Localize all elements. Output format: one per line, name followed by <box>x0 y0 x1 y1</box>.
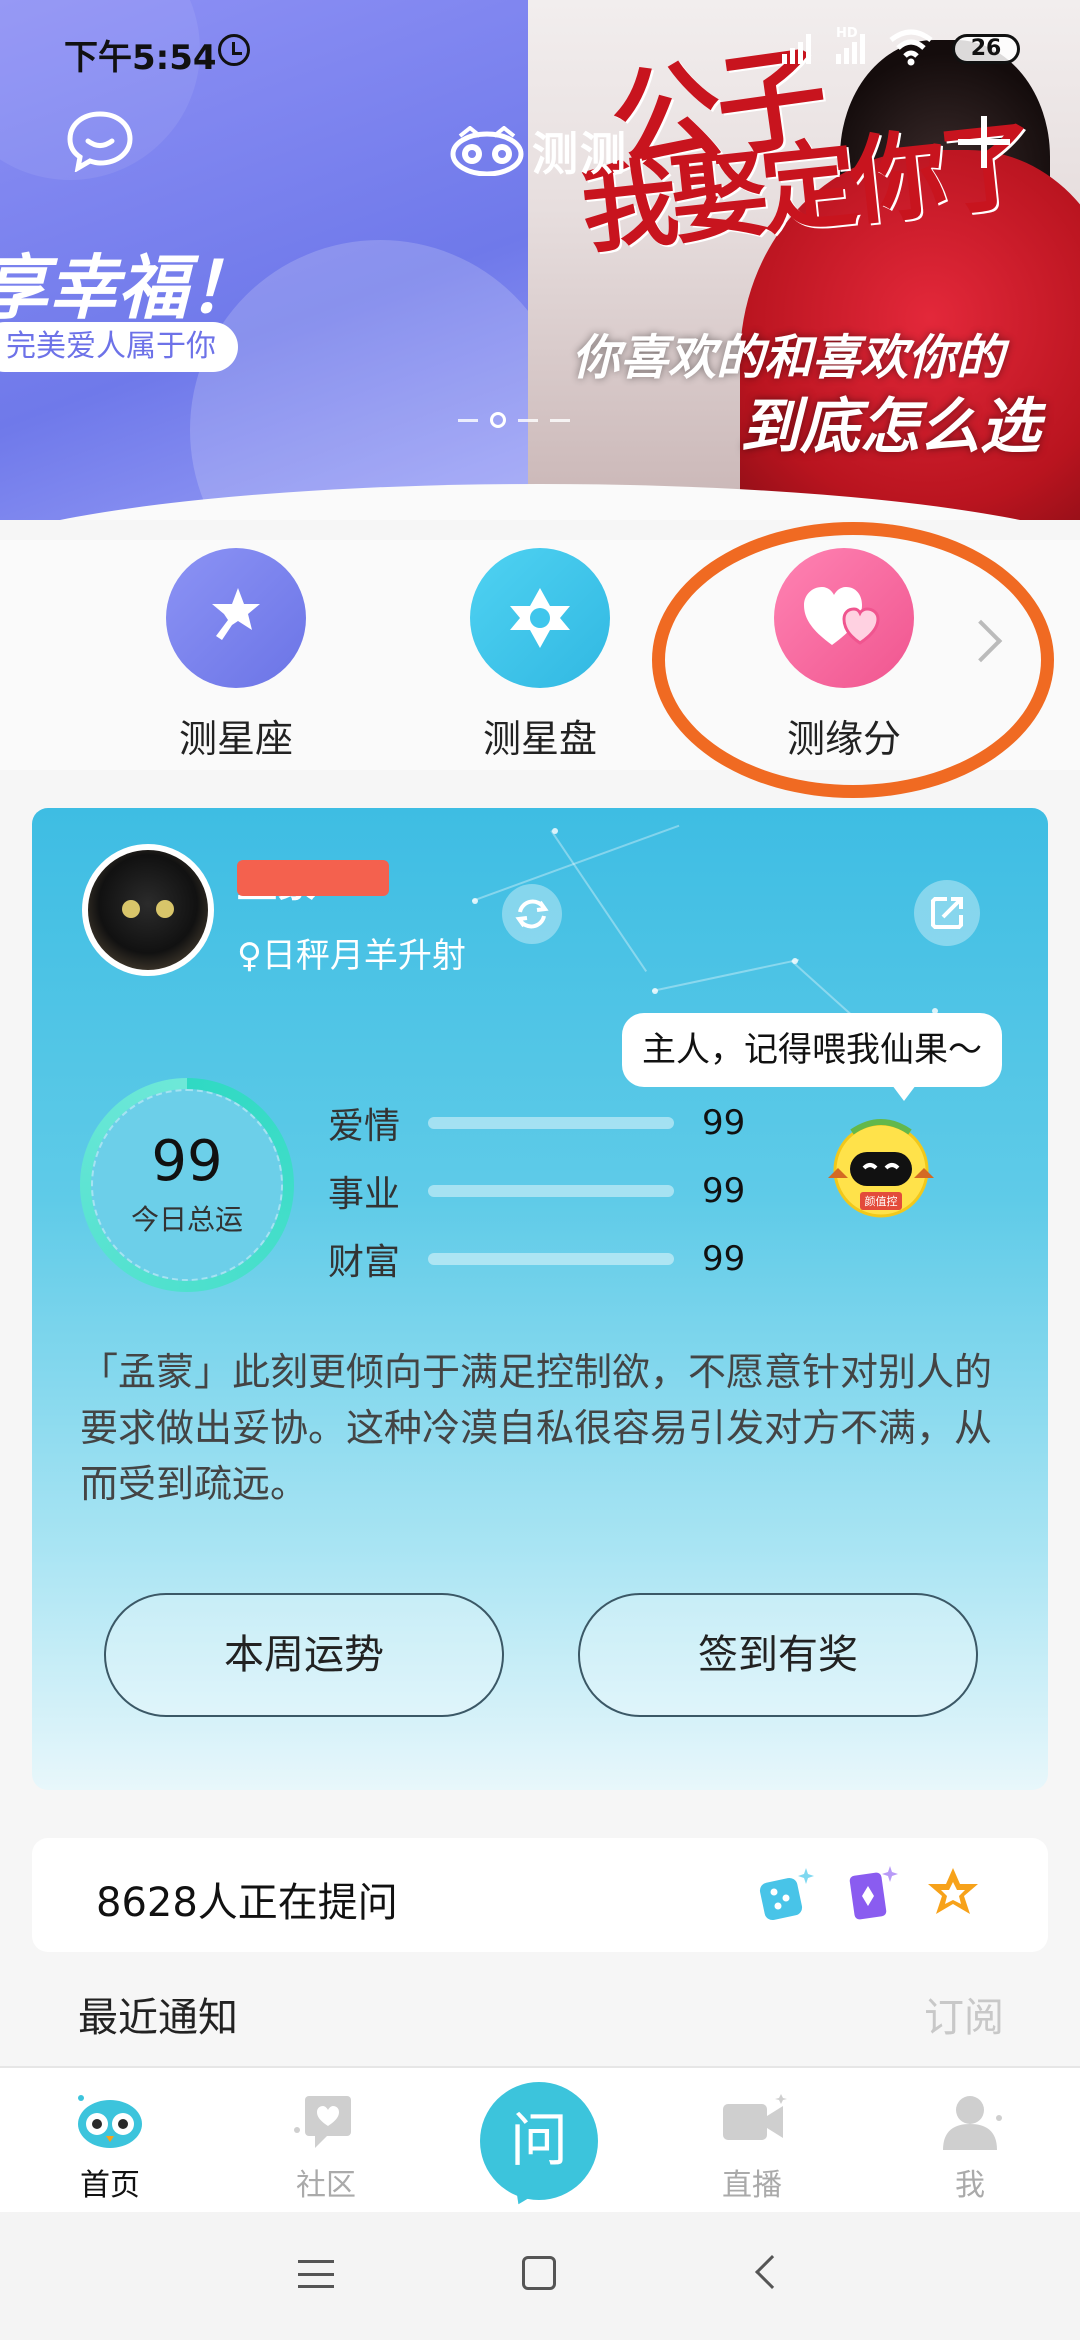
stat-label: 事业 <box>328 1174 401 1215</box>
subscribe-link[interactable]: 订阅 <box>924 1985 1004 2043</box>
signal-icon-2 <box>836 30 865 64</box>
alarm-icon <box>218 34 250 66</box>
fortune-description: 「孟蒙」此刻更倾向于满足控制欲，不愿意针对别人的要求做出妥协。这种冷漠自私很容易… <box>80 1350 993 1506</box>
mascot-icon[interactable]: 颜值控 <box>826 1108 936 1234</box>
total-score-ring: 99 今日总运 <box>80 1078 294 1292</box>
asking-row[interactable]: 8628人正在提问 <box>32 1838 1048 1952</box>
status-bar: 下午5:54 HD 26 <box>0 0 1080 100</box>
stat-wealth: 财富 99 <box>328 1234 745 1284</box>
recent-notice-title: 最近通知 <box>78 1995 238 2041</box>
tab-community[interactable]: 社区 <box>256 2090 396 2204</box>
stat-value: 99 <box>702 1103 746 1143</box>
quick-entry-star-chart[interactable]: 测星盘 <box>420 548 660 763</box>
plus-icon[interactable] <box>952 110 1016 174</box>
ask-question-button[interactable]: 问 <box>480 2082 598 2200</box>
stat-love: 爱情 99 <box>328 1098 745 1148</box>
stat-bar <box>428 1117 674 1129</box>
menu-icon[interactable] <box>298 2260 334 2288</box>
stat-value: 99 <box>702 1171 746 1211</box>
checkin-reward-button[interactable]: 签到有奖 <box>578 1593 978 1717</box>
stat-label: 爱情 <box>328 1106 401 1147</box>
video-icon <box>723 2094 787 2140</box>
avatar[interactable] <box>82 844 214 976</box>
redaction-mark <box>237 860 389 896</box>
community-icon <box>294 2096 351 2148</box>
mascot-speech-bubble: 主人，记得喂我仙果～ <box>622 1013 1002 1101</box>
back-icon[interactable] <box>755 2255 789 2289</box>
stat-bar <box>428 1253 674 1265</box>
share-icon[interactable] <box>914 880 980 946</box>
tab-me[interactable]: 我 <box>900 2090 1040 2204</box>
stat-value: 99 <box>702 1239 746 1279</box>
stat-career: 事业 99 <box>328 1166 745 1216</box>
battery-icon: 26 <box>952 34 1020 64</box>
tab-label: 社区 <box>296 2168 356 2203</box>
banner-pager-dots <box>458 412 570 428</box>
system-nav-bar <box>0 2212 1080 2340</box>
asking-count: 8628人正在提问 <box>96 1880 398 1926</box>
brand-name: 测测 <box>532 127 628 181</box>
owl-logo-icon <box>450 126 524 176</box>
wifi-icon <box>888 28 934 73</box>
star-badge-icon <box>928 1868 978 1914</box>
hexagram-icon <box>470 548 610 688</box>
total-score: 99 <box>151 1129 223 1194</box>
refresh-icon[interactable] <box>502 884 562 944</box>
tab-label: 我 <box>955 2168 985 2203</box>
tab-label: 首页 <box>80 2168 140 2203</box>
status-time: 下午5:54 <box>64 38 217 78</box>
total-score-label: 今日总运 <box>130 1203 243 1236</box>
magic-wand-icon <box>166 548 306 688</box>
home-square-icon[interactable] <box>522 2256 556 2290</box>
banner-pill: 完美爱人属于你 <box>0 322 238 372</box>
person-icon <box>943 2096 1002 2150</box>
brand: 测测 <box>450 118 628 184</box>
quick-entry-label: 测星盘 <box>482 717 597 761</box>
quick-entry-constellation[interactable]: 测星座 <box>116 548 356 763</box>
tab-live[interactable]: 直播 <box>682 2090 822 2204</box>
tab-label: 直播 <box>722 2168 782 2203</box>
banner-slogan: 享幸福！ <box>0 247 258 329</box>
tarot-card-icon <box>849 1866 898 1920</box>
highlight-circle <box>652 522 1054 798</box>
weekly-fortune-button[interactable]: 本周运势 <box>104 1593 504 1717</box>
poster-subtitle2: 到底怎么选 <box>740 392 1040 462</box>
daily-fortune-card: 孟蒙 ♀日秤月羊升射 99 今日总运 爱情 99 事业 99 财富 <box>32 808 1048 1790</box>
quick-entry-label: 测星座 <box>178 717 293 761</box>
stat-bar <box>428 1185 674 1197</box>
message-icon[interactable] <box>66 110 134 173</box>
owl-icon <box>78 2095 142 2148</box>
stat-label: 财富 <box>328 1242 401 1283</box>
tab-home[interactable]: 首页 <box>40 2090 180 2204</box>
svg-text:颜值控: 颜值控 <box>865 1194 898 1208</box>
dice-icon <box>759 1868 814 1921</box>
zodiac-line: ♀日秤月羊升射 <box>237 936 466 976</box>
signal-icon <box>782 30 811 64</box>
